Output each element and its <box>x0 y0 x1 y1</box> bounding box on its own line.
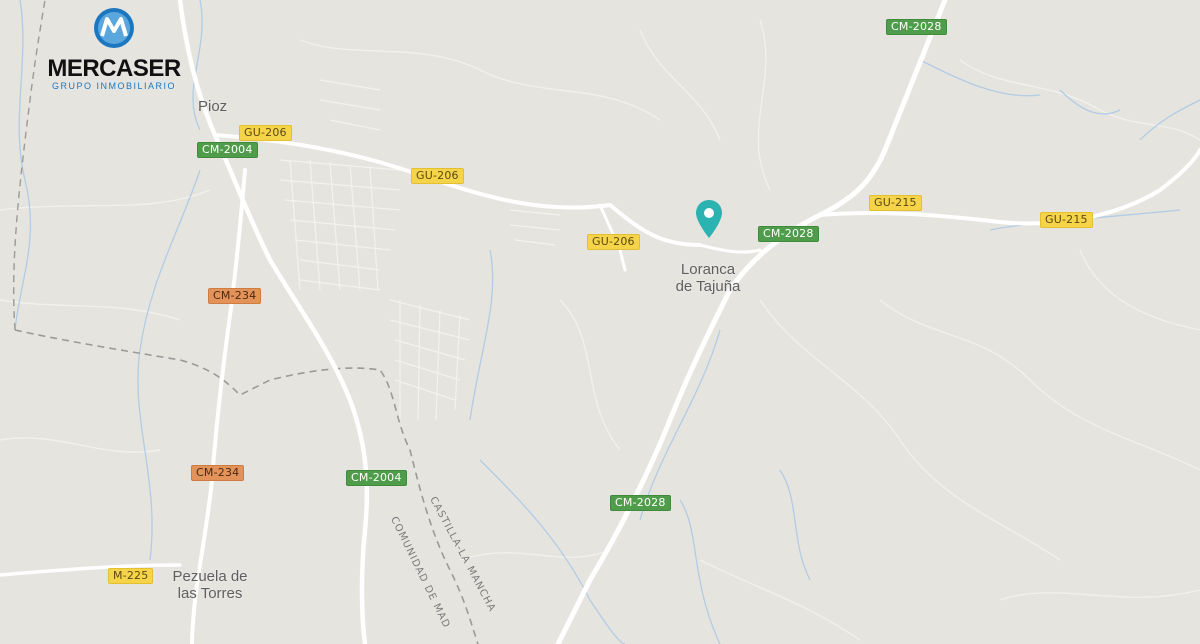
place-label-loranca-line2: de Tajuña <box>675 278 741 295</box>
road-shield: CM-2004 <box>197 142 258 158</box>
place-label-pezuela-line1: Pezuela de <box>172 568 248 585</box>
map-base-layer <box>0 0 1200 644</box>
road-shield: GU-215 <box>869 195 922 211</box>
road-shield: CM-2028 <box>758 226 819 242</box>
road-shield: CM-2028 <box>610 495 671 511</box>
place-label-loranca: Loranca de Tajuña <box>666 261 750 295</box>
road-shield: CM-234 <box>208 288 262 304</box>
mercaser-globe-icon <box>94 8 134 48</box>
road-shield: GU-206 <box>587 234 640 250</box>
place-label-pioz: Pioz <box>198 98 228 115</box>
road-shield: GU-206 <box>239 125 292 141</box>
urban-grid <box>279 79 561 421</box>
road-shield: CM-2028 <box>886 19 947 35</box>
road-shield: CM-234 <box>191 465 245 481</box>
road-shield: GU-206 <box>411 168 464 184</box>
mercaser-logo: MERCASER GRUPO INMOBILIARIO <box>40 7 188 92</box>
brand-name: MERCASER <box>47 55 181 82</box>
brand-tagline: GRUPO INMOBILIARIO <box>51 81 176 91</box>
road-shield: GU-215 <box>1040 212 1093 228</box>
map-canvas[interactable]: MERCASER GRUPO INMOBILIARIO Pioz Loranca… <box>0 0 1200 644</box>
road-shield: M-225 <box>108 568 154 584</box>
minor-roads <box>0 19 1200 641</box>
road-shield: CM-2004 <box>346 470 407 486</box>
place-label-pezuela-line2: las Torres <box>177 585 243 602</box>
place-label-loranca-line1: Loranca <box>680 261 736 278</box>
place-label-pezuela: Pezuela de las Torres <box>160 568 260 602</box>
location-pin-icon[interactable] <box>695 199 723 239</box>
